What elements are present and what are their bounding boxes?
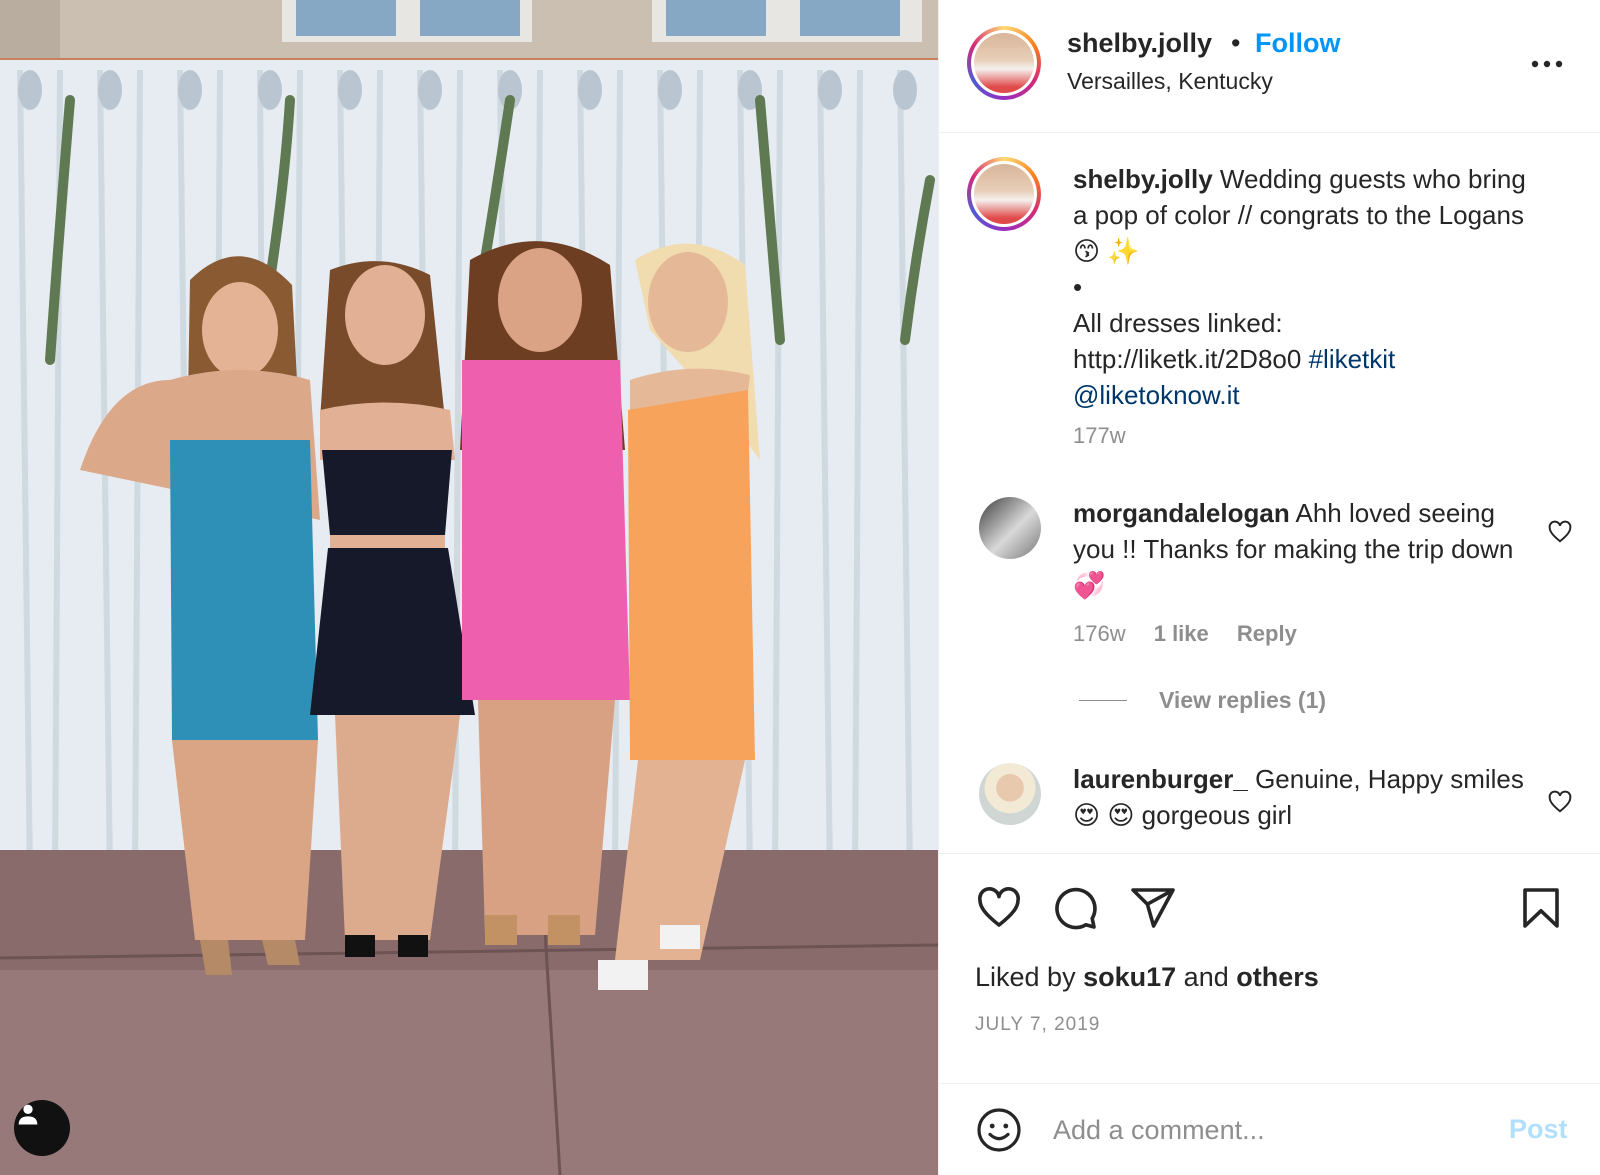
comment-body: Genuine, Happy smiles — [1255, 764, 1524, 794]
caption-username[interactable]: shelby.jolly — [1073, 164, 1213, 194]
post-date[interactable]: JULY 7, 2019 — [975, 1014, 1100, 1036]
caption-url[interactable]: http://liketk.it/2D8o0 — [1073, 344, 1301, 374]
caption-body-2: All dresses linked: — [1073, 308, 1283, 338]
commenter-avatar[interactable] — [979, 763, 1041, 825]
liked-by-text: Liked by soku17 and others — [975, 962, 1319, 993]
comment-icon[interactable] — [1051, 884, 1099, 932]
comment-like-heart-icon[interactable] — [1547, 519, 1573, 545]
more-horizontal-icon[interactable] — [1527, 52, 1567, 76]
liked-others[interactable]: others — [1236, 962, 1319, 992]
view-replies-label: View replies (1) — [1159, 687, 1327, 713]
caption-mention[interactable]: @liketoknow.it — [1073, 380, 1240, 410]
bookmark-icon[interactable] — [1517, 884, 1565, 932]
post-sidebar: shelby.jolly • Follow Versailles, Kentuc… — [938, 0, 1600, 1175]
author-username[interactable]: shelby.jolly — [1067, 28, 1212, 59]
follow-button[interactable]: Follow — [1255, 28, 1340, 59]
comment-emoji: 😍 😍 — [1073, 800, 1135, 830]
comment-text: morgandalelogan Ahh loved seeing you !! … — [1073, 495, 1533, 603]
user-icon — [18, 1104, 38, 1125]
post-comment-button[interactable]: Post — [1509, 1114, 1568, 1145]
comment-username[interactable]: laurenburger_ — [1073, 764, 1248, 794]
author-avatar[interactable] — [967, 26, 1041, 100]
comment-body-2: gorgeous girl — [1141, 800, 1292, 830]
comment-text: laurenburger_ Genuine, Happy smiles 😍 😍 … — [1073, 761, 1533, 833]
tagged-users-button[interactable] — [14, 1100, 70, 1156]
post-photo[interactable] — [0, 0, 938, 1175]
comment-username[interactable]: morgandalelogan — [1073, 498, 1290, 528]
caption-bullet: • — [1073, 272, 1083, 302]
add-comment-bar: Post — [939, 1083, 1600, 1175]
caption-emojis: 😙 ✨ — [1073, 236, 1140, 266]
comment-meta: 176w 1 like Reply — [1073, 621, 1297, 647]
view-replies-button[interactable]: View replies (1) — [1079, 687, 1326, 714]
liked-and: and — [1183, 962, 1229, 992]
post-image — [0, 0, 938, 1175]
caption-age[interactable]: 177w — [1073, 423, 1126, 449]
reply-button[interactable]: Reply — [1237, 621, 1297, 646]
caption-hashtag[interactable]: #liketkit — [1309, 344, 1396, 374]
comment-age[interactable]: 176w — [1073, 621, 1126, 646]
commenter-avatar[interactable] — [979, 497, 1041, 559]
liked-user[interactable]: soku17 — [1083, 962, 1176, 992]
caption-text: shelby.jolly Wedding guests who bring a … — [1073, 161, 1533, 413]
post-header: shelby.jolly • Follow Versailles, Kentuc… — [939, 0, 1600, 133]
share-send-icon[interactable] — [1129, 884, 1177, 932]
separator-dot: • — [1231, 28, 1241, 58]
post-actions: Liked by soku17 and others JULY 7, 2019 — [939, 853, 1600, 1083]
caption-avatar[interactable] — [967, 157, 1041, 231]
comment-like-heart-icon[interactable] — [1547, 789, 1573, 815]
liked-prefix: Liked by — [975, 962, 1076, 992]
comment-likes[interactable]: 1 like — [1154, 621, 1209, 646]
comment-emoji: 💞 — [1073, 570, 1106, 600]
comments-list[interactable]: shelby.jolly Wedding guests who bring a … — [939, 133, 1600, 853]
emoji-smiley-icon[interactable] — [975, 1106, 1023, 1154]
like-heart-icon[interactable] — [975, 884, 1023, 932]
comment-input[interactable] — [1051, 1104, 1495, 1156]
replies-divider-line — [1079, 700, 1127, 701]
post-location[interactable]: Versailles, Kentucky — [1067, 68, 1273, 95]
